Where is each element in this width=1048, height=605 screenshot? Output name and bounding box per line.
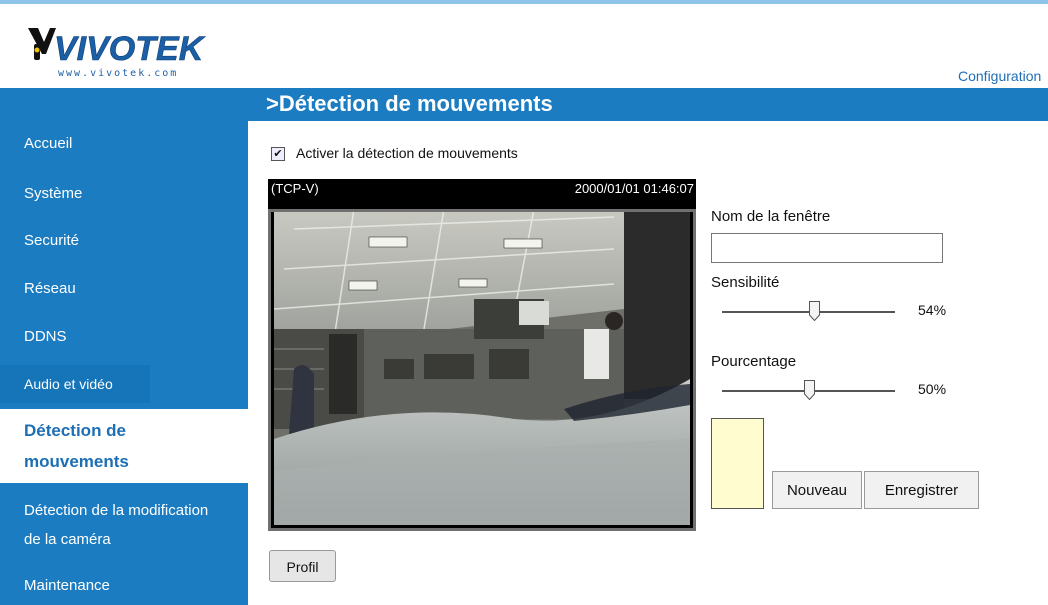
sidebar-item-label: DDNS xyxy=(24,328,67,345)
sidebar-item-audio-video[interactable]: Audio et vidéo xyxy=(0,365,248,403)
sidebar-item-label-line2: mouvements xyxy=(24,452,129,471)
camera-name: (TCP-V) xyxy=(271,181,319,196)
top-accent-strip xyxy=(0,0,1048,9)
sidebar-item-label: Système xyxy=(24,185,83,202)
sidebar-item-accueil[interactable]: Accueil xyxy=(0,135,248,152)
percentage-slider-thumb[interactable] xyxy=(804,380,815,400)
profile-button[interactable]: Profil xyxy=(269,550,336,582)
page-title: >Détection de mouvements xyxy=(266,91,553,116)
sidebar-item-motion-detection[interactable]: Détection de mouvements xyxy=(0,409,248,483)
sidebar-item-label-line1: Détection de xyxy=(24,421,127,440)
sidebar-item-label-box: Audio et vidéo xyxy=(0,365,150,403)
video-frame-image xyxy=(274,209,690,525)
sidebar-item-label: Audio et vidéo xyxy=(24,376,113,392)
sidebar-item-label: Accueil xyxy=(24,135,73,152)
sidebar-item-label-line2: de la caméra xyxy=(24,531,111,548)
video-preview[interactable]: (TCP-V) 2000/01/01 01:46:07 xyxy=(268,179,696,531)
enable-motion-checkbox[interactable]: ✔ xyxy=(271,147,285,161)
sensitivity-value: 54% xyxy=(918,302,947,318)
svg-text:www.vivotek.com: www.vivotek.com xyxy=(58,68,178,79)
percentage-label: Pourcentage xyxy=(711,353,797,370)
page-title-bar: >Détection de mouvements xyxy=(248,88,1048,121)
window-name-label: Nom de la fenêtre xyxy=(711,208,831,225)
svg-text:VIVOTEK: VIVOTEK xyxy=(54,30,206,68)
sidebar-item-ddns[interactable]: DDNS xyxy=(0,328,248,345)
configuration-link[interactable]: Configuration xyxy=(958,68,1041,84)
sensitivity-label: Sensibilité xyxy=(711,274,780,291)
sidebar-item-label-line1: Détection de la modification xyxy=(24,502,209,519)
video-timestamp: 2000/01/01 01:46:07 xyxy=(574,181,694,196)
window-color-swatch[interactable] xyxy=(711,418,764,509)
sidebar-item-systeme[interactable]: Système xyxy=(0,185,248,202)
percentage-value: 50% xyxy=(918,381,947,397)
window-name-input[interactable] xyxy=(711,233,943,263)
vivotek-logo[interactable]: VIVOTEK www.vivotek.com xyxy=(24,20,224,82)
sidebar-item-maintenance[interactable]: Maintenance xyxy=(0,577,248,594)
sidebar-item-camera-tampering[interactable]: Détection de la modification de la camér… xyxy=(0,496,248,554)
sidebar-item-label: Securité xyxy=(24,232,80,249)
sidebar-item-label: Réseau xyxy=(24,280,76,297)
save-button[interactable]: Enregistrer xyxy=(864,471,979,509)
enable-motion-label: Activer la détection de mouvements xyxy=(296,145,518,161)
sensitivity-slider-thumb[interactable] xyxy=(809,301,820,321)
sidebar-item-label: Maintenance xyxy=(24,577,110,594)
sidebar-item-securite[interactable]: Securité xyxy=(0,232,248,249)
sidebar-item-reseau[interactable]: Réseau xyxy=(0,280,248,297)
new-window-button[interactable]: Nouveau xyxy=(772,471,862,509)
